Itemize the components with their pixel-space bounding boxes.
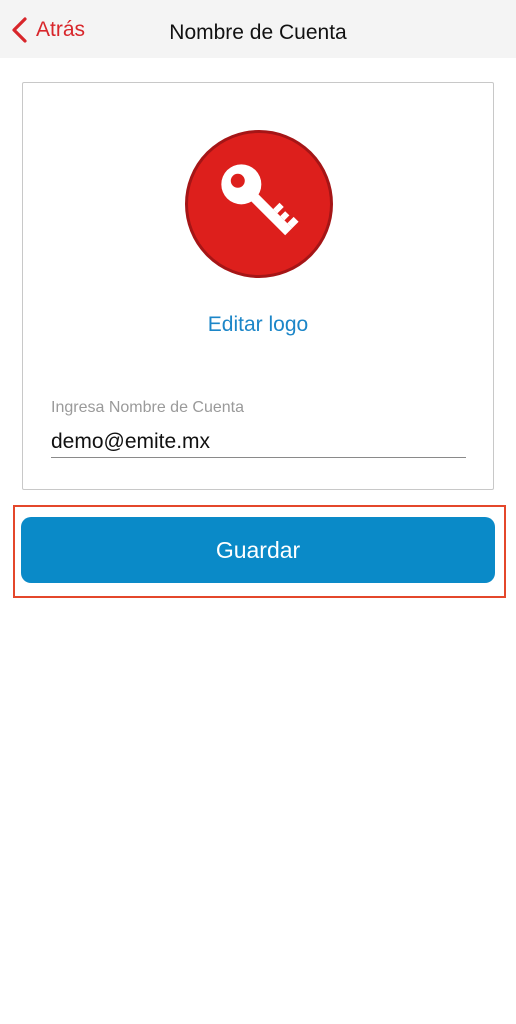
account-logo[interactable] — [185, 130, 333, 278]
save-button[interactable]: Guardar — [21, 517, 495, 583]
edit-logo-link[interactable]: Editar logo — [23, 313, 493, 337]
navigation-bar: Atrás Nombre de Cuenta — [0, 0, 516, 58]
account-name-label: Ingresa Nombre de Cuenta — [51, 399, 244, 416]
key-icon — [204, 147, 314, 262]
account-card: Editar logo Ingresa Nombre de Cuenta — [22, 82, 494, 490]
page-title: Nombre de Cuenta — [169, 21, 347, 44]
account-name-input[interactable] — [51, 427, 466, 458]
account-name-screen: Atrás Nombre de Cuenta Editar logo Ingre… — [0, 0, 516, 1024]
